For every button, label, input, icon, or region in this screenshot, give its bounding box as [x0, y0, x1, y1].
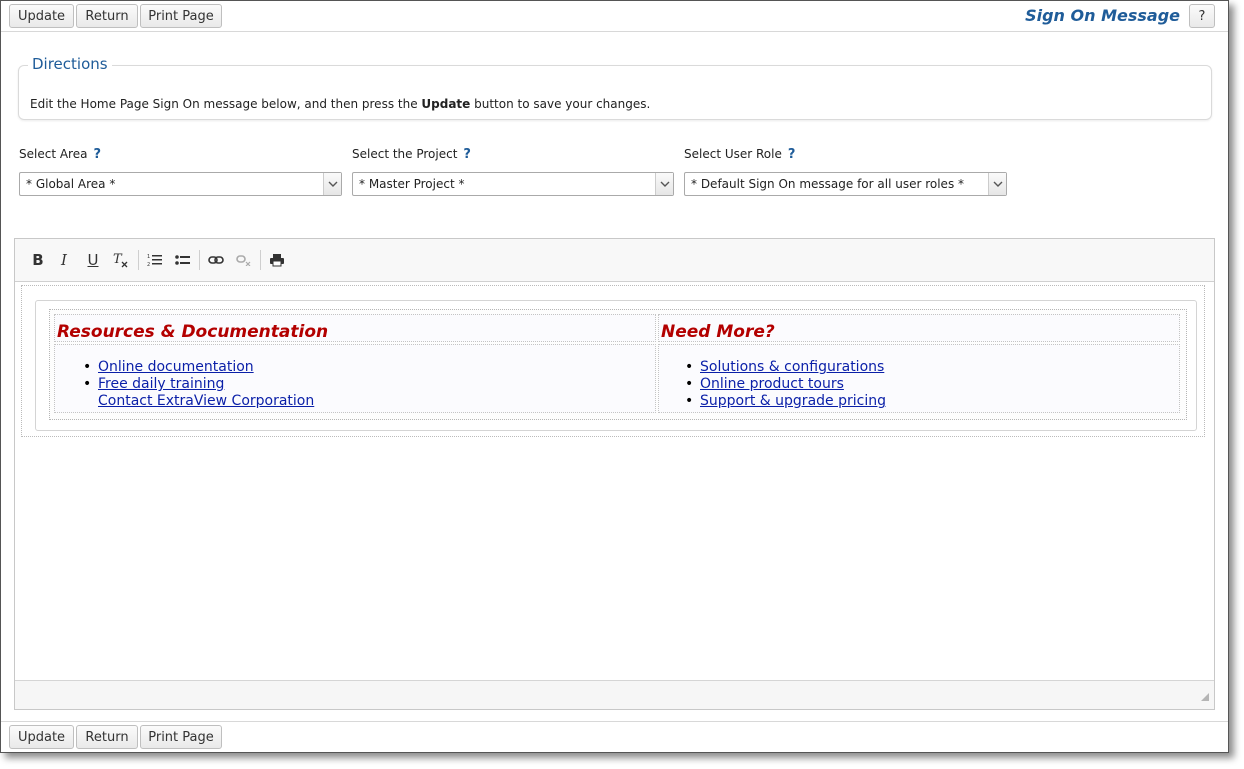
- user-role-select[interactable]: * Default Sign On message for all user r…: [684, 172, 1007, 196]
- select-area-help-icon[interactable]: ?: [93, 147, 101, 162]
- rich-text-editor[interactable]: B I U T 1 2 Resources & Documentation Ne…: [14, 238, 1215, 710]
- need-more-heading: Need More?: [661, 322, 775, 342]
- bold-icon[interactable]: B: [27, 249, 49, 271]
- left-links-cell: Online documentation Free daily training…: [54, 344, 656, 413]
- select-user-role-label-text: Select User Role: [684, 147, 782, 161]
- svg-text:1: 1: [147, 254, 150, 260]
- right-heading-cell: Need More?: [658, 314, 1180, 342]
- select-area-label: Select Area?: [19, 147, 101, 162]
- svg-text:2: 2: [147, 262, 150, 267]
- link-icon[interactable]: [205, 249, 227, 271]
- directions-text-bold: Update: [421, 97, 471, 111]
- print-page-button[interactable]: Print Page: [140, 4, 222, 28]
- resize-grip-icon[interactable]: [1200, 691, 1210, 705]
- directions-text: Edit the Home Page Sign On message below…: [30, 97, 650, 111]
- app-window: Update Return Print Page Sign On Message…: [0, 0, 1229, 753]
- solutions-configurations-link[interactable]: Solutions & configurations: [657, 359, 886, 376]
- directions-text-part1: Edit the Home Page Sign On message below…: [30, 97, 422, 111]
- update-button[interactable]: Update: [9, 4, 74, 28]
- select-project-label: Select the Project?: [352, 147, 471, 162]
- select-project-help-icon[interactable]: ?: [463, 147, 471, 162]
- need-more-link-list: Solutions & configurations Online produc…: [657, 359, 886, 410]
- right-links-cell: Solutions & configurations Online produc…: [658, 344, 1180, 413]
- user-role-select-value: * Default Sign On message for all user r…: [691, 177, 965, 191]
- project-select-value: * Master Project *: [359, 177, 465, 191]
- resources-link-list: Online documentation Free daily training…: [55, 359, 314, 410]
- print-icon[interactable]: [266, 249, 288, 271]
- toolbar-divider: [199, 250, 200, 270]
- italic-icon[interactable]: I: [53, 249, 75, 271]
- project-select[interactable]: * Master Project *: [352, 172, 674, 196]
- left-heading-cell: Resources & Documentation: [54, 314, 656, 342]
- print-page-button[interactable]: Print Page: [140, 725, 222, 749]
- select-user-role-label: Select User Role?: [684, 147, 795, 162]
- editor-toolbar: B I U T 1 2: [15, 239, 1214, 282]
- resources-heading: Resources & Documentation: [57, 322, 329, 342]
- area-select-value: * Global Area *: [26, 177, 116, 191]
- update-button[interactable]: Update: [9, 725, 74, 749]
- select-area-label-text: Select Area: [19, 147, 88, 161]
- return-button[interactable]: Return: [76, 4, 138, 28]
- chevron-down-icon[interactable]: [655, 173, 673, 195]
- online-documentation-link[interactable]: Online documentation: [55, 359, 314, 376]
- editor-status-bar: [15, 680, 1214, 709]
- unlink-icon: [233, 249, 255, 271]
- chevron-down-icon[interactable]: [988, 173, 1006, 195]
- select-project-label-text: Select the Project: [352, 147, 458, 161]
- contact-extraview-link[interactable]: Contact ExtraView Corporation: [55, 393, 314, 410]
- bulleted-list-icon[interactable]: [172, 249, 194, 271]
- select-user-role-help-icon[interactable]: ?: [788, 147, 796, 162]
- directions-panel: Directions Edit the Home Page Sign On me…: [18, 55, 1212, 120]
- support-upgrade-pricing-link[interactable]: Support & upgrade pricing: [657, 393, 886, 410]
- chevron-down-icon[interactable]: [323, 173, 341, 195]
- help-button[interactable]: ?: [1189, 4, 1215, 28]
- online-product-tours-link[interactable]: Online product tours: [657, 376, 886, 393]
- return-button[interactable]: Return: [76, 725, 138, 749]
- page-title: Sign On Message: [1025, 6, 1180, 25]
- directions-text-part2: button to save your changes.: [470, 97, 651, 111]
- underline-icon[interactable]: U: [82, 249, 104, 271]
- svg-text:T: T: [113, 252, 123, 267]
- content-table: Resources & Documentation Need More? Onl…: [49, 309, 1187, 420]
- bottom-toolbar: Update Return Print Page: [1, 721, 1228, 752]
- clear-format-icon[interactable]: T: [110, 249, 132, 271]
- free-daily-training-link[interactable]: Free daily training: [55, 376, 314, 393]
- directions-legend: Directions: [28, 55, 112, 73]
- toolbar-divider: [138, 250, 139, 270]
- top-toolbar: Update Return Print Page Sign On Message…: [1, 1, 1228, 32]
- numbered-list-icon[interactable]: 1 2: [144, 249, 166, 271]
- toolbar-divider: [260, 250, 261, 270]
- area-select[interactable]: * Global Area *: [19, 172, 342, 196]
